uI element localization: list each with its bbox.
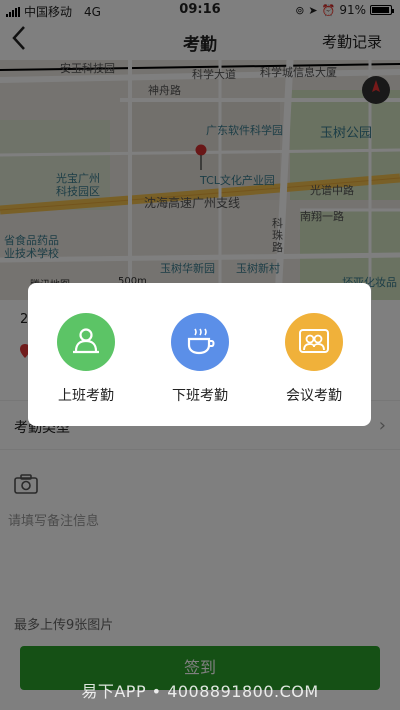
work-end-label: 下班考勤 (172, 388, 228, 404)
work-end-icon-circle (171, 313, 229, 371)
option-meeting[interactable]: 会议考勤 (259, 313, 369, 405)
coffee-cup-icon (187, 328, 215, 355)
work-start-label: 上班考勤 (58, 388, 114, 404)
meeting-icon (299, 329, 329, 353)
meeting-icon-circle (285, 313, 343, 371)
watermark: 易下APP • 4008891800.COM (81, 682, 319, 701)
attendance-type-dialog: 上班考勤 下班考勤 会议考勤 (28, 283, 371, 426)
person-at-desk-icon (73, 328, 99, 354)
option-work-end[interactable]: 下班考勤 (145, 313, 255, 405)
work-start-icon-circle (57, 313, 115, 371)
option-work-start[interactable]: 上班考勤 (31, 313, 141, 405)
meeting-label: 会议考勤 (286, 388, 342, 404)
